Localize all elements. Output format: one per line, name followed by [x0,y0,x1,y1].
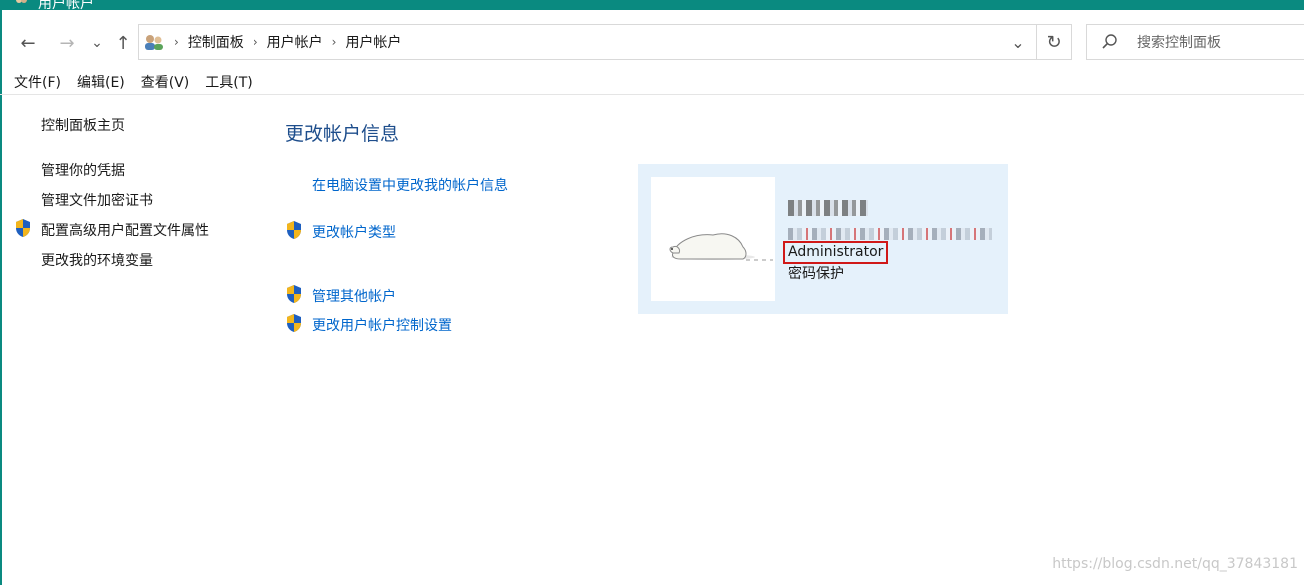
search-box[interactable] [1086,24,1304,60]
divider [0,94,1304,95]
sidebar-item-file-encryption[interactable]: 管理文件加密证书 [41,190,153,210]
uac-shield-icon [287,314,301,332]
sidebar-item-manage-credentials[interactable]: 管理你的凭据 [41,160,125,180]
breadcrumb: › 控制面板 › 用户帐户 › 用户帐户 [143,25,401,59]
up-button[interactable]: ↑ [112,32,134,54]
users-folder-icon [16,0,27,3]
breadcrumb-user-accounts-current[interactable]: 用户帐户 [345,32,401,52]
window-title: 用户帐户 [38,0,94,10]
forward-button[interactable]: → [55,32,79,54]
breadcrumb-control-panel[interactable]: 控制面板 [188,32,244,52]
account-card: Administrator 密码保护 [638,164,1008,314]
search-icon [1102,34,1117,49]
manage-other-accounts-link[interactable]: 管理其他帐户 [312,286,396,306]
menu-view[interactable]: 查看(V) [141,72,190,94]
menu-edit[interactable]: 编辑(E) [77,72,125,94]
sidebar-item-environment-variables[interactable]: 更改我的环境变量 [41,250,153,270]
menu-bar: 文件(F) 编辑(E) 查看(V) 工具(T) [14,72,269,94]
back-button[interactable]: ← [16,32,40,54]
search-input[interactable] [1135,31,1299,55]
navigation-bar: ← → ⌄ ↑ › 控制面板 › 用户帐户 › 用户帐户 ⌄ ↻ [0,10,1304,70]
breadcrumb-separator: › [331,35,337,49]
uac-shield-icon [16,219,30,237]
uac-shield-icon [287,221,301,239]
account-name-redacted [788,200,868,216]
refresh-button[interactable]: ↻ [1037,25,1071,59]
address-bar[interactable]: › 控制面板 › 用户帐户 › 用户帐户 ⌄ ↻ [138,24,1072,60]
recent-locations-button[interactable]: ⌄ [88,32,106,54]
menu-file[interactable]: 文件(F) [14,72,61,94]
breadcrumb-separator: › [252,35,258,49]
password-status: 密码保护 [788,266,844,282]
title-bar: 用户帐户 [0,0,1304,10]
uac-shield-icon [287,285,301,303]
users-folder-icon [145,35,163,50]
watermark: https://blog.csdn.net/qq_37843181 [1052,556,1298,572]
account-role: Administrator [783,241,889,264]
polar-bear-image [669,233,773,261]
breadcrumb-separator: › [174,35,179,49]
menu-tools[interactable]: 工具(T) [205,72,252,94]
avatar[interactable] [651,177,775,301]
sidebar-item-advanced-profile[interactable]: 配置高级用户配置文件属性 [41,220,209,240]
window-border [0,10,2,585]
breadcrumb-user-accounts[interactable]: 用户帐户 [267,32,323,52]
account-email-redacted [788,228,992,240]
change-account-type-link[interactable]: 更改帐户类型 [312,222,396,242]
address-history-dropdown[interactable]: ⌄ [1003,25,1033,59]
page-title: 更改帐户信息 [285,123,400,145]
sidebar-item-control-panel-home[interactable]: 控制面板主页 [41,115,125,135]
uac-settings-link[interactable]: 更改用户帐户控制设置 [312,315,452,335]
pc-settings-link[interactable]: 在电脑设置中更改我的帐户信息 [312,175,508,195]
